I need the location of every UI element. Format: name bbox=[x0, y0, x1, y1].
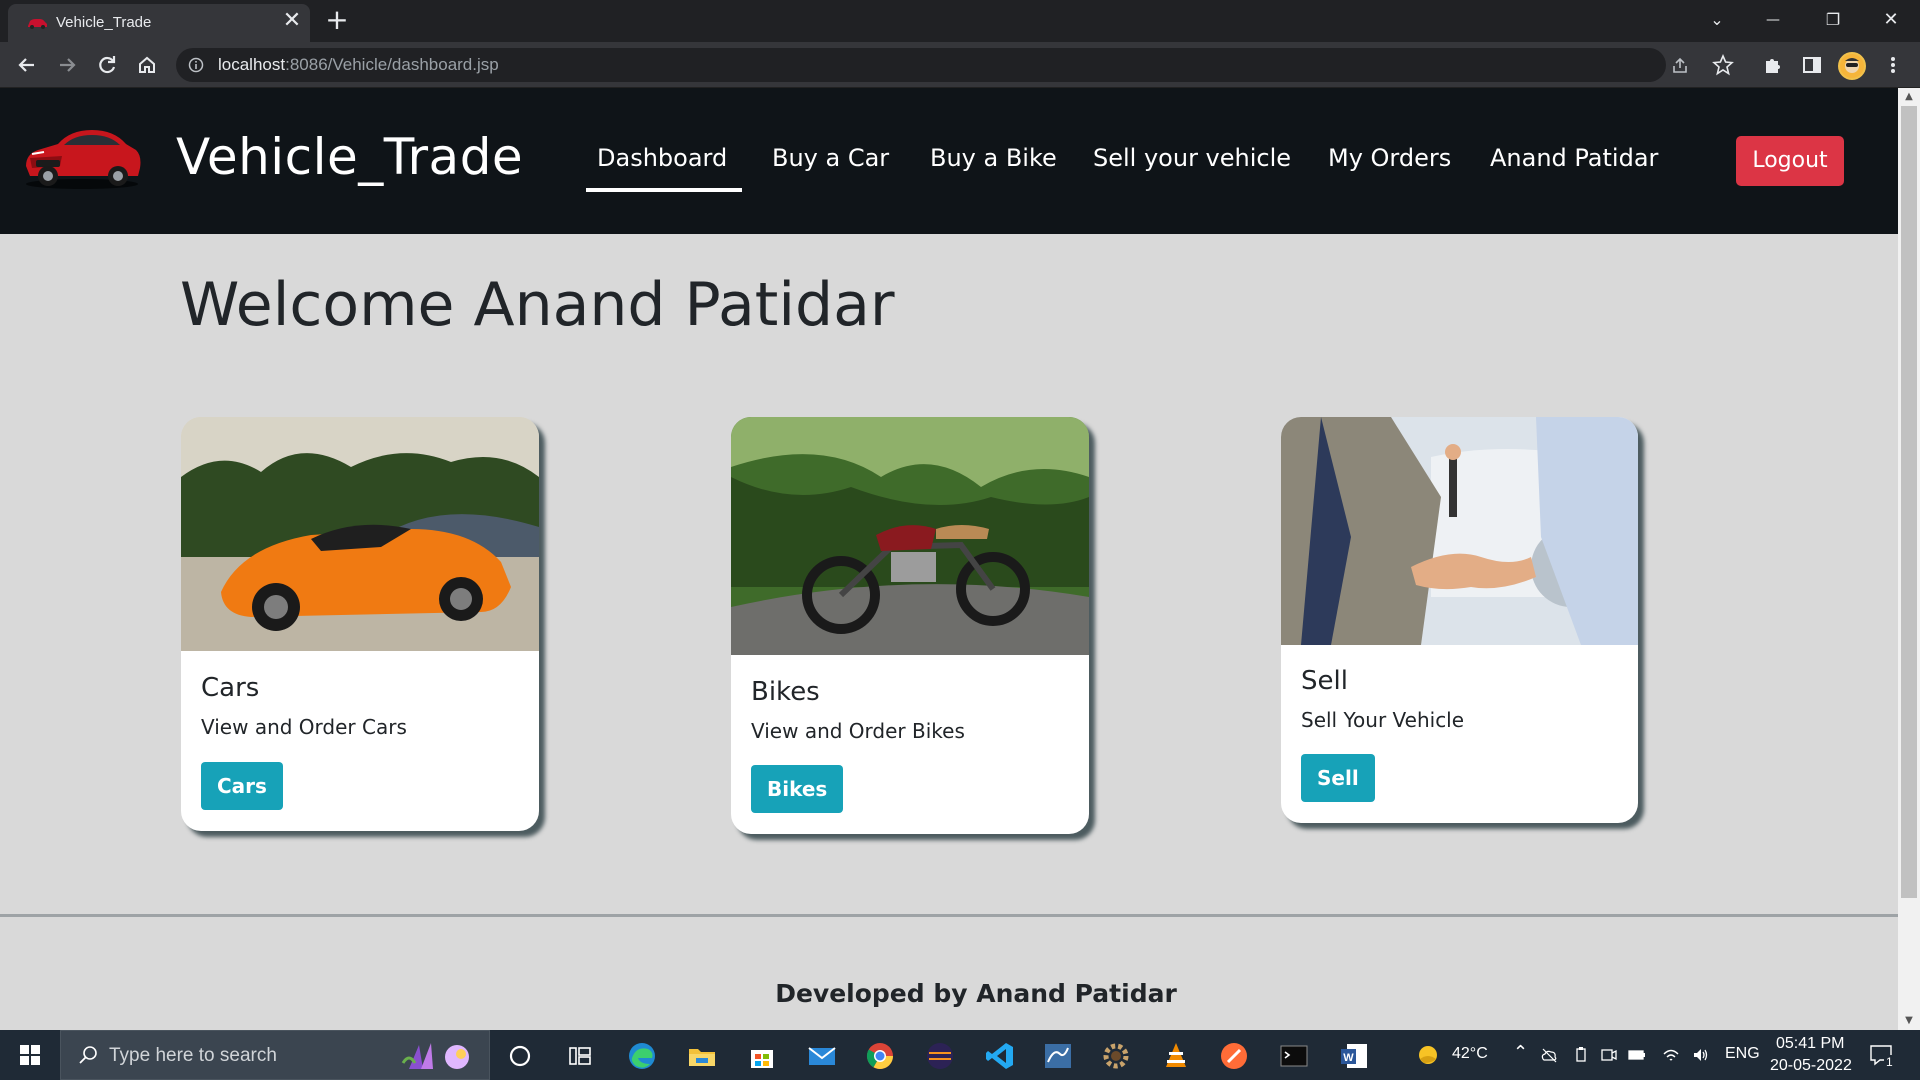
browser-tabstrip: Vehicle_Trade ✕ + ⌄ — ❐ ✕ bbox=[0, 0, 1920, 42]
close-window-icon[interactable]: ✕ bbox=[1868, 4, 1914, 36]
nav-my-orders[interactable]: My Orders bbox=[1328, 144, 1451, 172]
reload-icon[interactable] bbox=[92, 50, 122, 80]
card-sell-title: Sell bbox=[1301, 666, 1348, 696]
url-path: :8086/Vehicle/dashboard.jsp bbox=[285, 55, 499, 74]
vscode-icon[interactable] bbox=[984, 1040, 1016, 1072]
card-cars-title: Cars bbox=[201, 673, 260, 703]
bikes-button[interactable]: Bikes bbox=[751, 765, 844, 813]
tab-close-icon[interactable]: ✕ bbox=[280, 10, 304, 34]
battery-icon[interactable] bbox=[1628, 1046, 1646, 1064]
site-info-icon[interactable] bbox=[188, 57, 204, 73]
clock-date[interactable]: 20-05-2022 bbox=[1770, 1057, 1852, 1075]
windows-start-icon[interactable] bbox=[8, 1040, 52, 1070]
sell-button[interactable]: Sell bbox=[1301, 754, 1375, 802]
meet-now-icon[interactable] bbox=[1600, 1046, 1618, 1064]
onedrive-offline-icon[interactable] bbox=[1540, 1046, 1558, 1064]
logout-button[interactable]: Logout bbox=[1736, 136, 1844, 186]
url-text[interactable]: localhost:8086/Vehicle/dashboard.jsp bbox=[218, 55, 499, 75]
search-icon bbox=[79, 1046, 97, 1064]
cars-button[interactable]: Cars bbox=[201, 762, 283, 810]
mail-icon[interactable] bbox=[806, 1040, 838, 1072]
car-favicon-icon bbox=[28, 19, 47, 29]
welcome-heading: Welcome Anand Patidar bbox=[180, 270, 895, 340]
minimize-icon[interactable]: — bbox=[1750, 4, 1796, 36]
site-navbar: Vehicle_Trade Dashboard Buy a Car Buy a … bbox=[0, 88, 1898, 234]
back-arrow-icon[interactable] bbox=[12, 50, 42, 80]
car-image bbox=[181, 417, 539, 651]
vlc-icon[interactable] bbox=[1160, 1040, 1192, 1072]
cortana-icon[interactable] bbox=[504, 1040, 536, 1072]
windows-taskbar: Type here to search W 42°C ⌃ ENG 05:41 P… bbox=[0, 1030, 1920, 1080]
task-view-icon[interactable] bbox=[564, 1040, 596, 1072]
taskbar-search-placeholder: Type here to search bbox=[109, 1045, 277, 1066]
profile-avatar[interactable] bbox=[1838, 52, 1866, 80]
tab-title: Vehicle_Trade bbox=[56, 14, 152, 31]
card-cars: Cars View and Order Cars Cars bbox=[181, 417, 539, 831]
nav-active-indicator bbox=[586, 188, 742, 192]
svg-text:W: W bbox=[1343, 1052, 1354, 1064]
browser-menu-icon[interactable] bbox=[1882, 54, 1904, 76]
card-cars-text: View and Order Cars bbox=[201, 715, 407, 739]
nav-user-profile[interactable]: Anand Patidar bbox=[1490, 144, 1658, 172]
edge-icon[interactable] bbox=[626, 1040, 658, 1072]
weather-icon[interactable] bbox=[1414, 1041, 1442, 1069]
share-icon[interactable] bbox=[1670, 56, 1690, 76]
card-bikes: Bikes View and Order Bikes Bikes bbox=[731, 417, 1089, 834]
extensions-puzzle-icon[interactable] bbox=[1762, 54, 1784, 76]
browser-toolbar: localhost:8086/Vehicle/dashboard.jsp bbox=[0, 42, 1920, 88]
volume-icon[interactable] bbox=[1692, 1046, 1710, 1064]
card-sell-text: Sell Your Vehicle bbox=[1301, 708, 1465, 732]
card-bikes-text: View and Order Bikes bbox=[751, 719, 965, 743]
terminal-icon[interactable] bbox=[1278, 1040, 1310, 1072]
mysql-workbench-icon[interactable] bbox=[1042, 1040, 1074, 1072]
restore-icon[interactable]: ❐ bbox=[1810, 4, 1856, 36]
address-bar[interactable]: localhost:8086/Vehicle/dashboard.jsp bbox=[176, 48, 1687, 82]
wifi-icon[interactable] bbox=[1662, 1046, 1680, 1064]
logo-car-icon[interactable] bbox=[22, 116, 144, 192]
input-language[interactable]: ENG bbox=[1725, 1045, 1760, 1063]
card-sell: Sell Sell Your Vehicle Sell bbox=[1281, 417, 1638, 823]
search-highlight-art-icon bbox=[401, 1043, 469, 1069]
site-brand[interactable]: Vehicle_Trade bbox=[176, 128, 523, 186]
nav-buy-bike[interactable]: Buy a Bike bbox=[930, 144, 1057, 172]
sell-handshake-image bbox=[1281, 417, 1638, 645]
home-icon[interactable] bbox=[132, 50, 162, 80]
word-icon[interactable]: W bbox=[1338, 1040, 1370, 1072]
weather-temperature[interactable]: 42°C bbox=[1452, 1045, 1488, 1063]
taskbar-search[interactable]: Type here to search bbox=[60, 1030, 490, 1080]
show-hidden-icons-chevron-icon[interactable]: ⌃ bbox=[1513, 1042, 1528, 1063]
nav-buy-car[interactable]: Buy a Car bbox=[772, 144, 889, 172]
browser-tab[interactable]: Vehicle_Trade ✕ bbox=[8, 4, 310, 42]
scroll-up-icon[interactable]: ▲ bbox=[1903, 92, 1915, 102]
page-viewport: Vehicle_Trade Dashboard Buy a Car Buy a … bbox=[0, 88, 1898, 1030]
bookmark-star-icon[interactable] bbox=[1712, 54, 1734, 76]
scrollbar-thumb[interactable] bbox=[1901, 106, 1917, 898]
tab-search-icon[interactable]: ⌄ bbox=[1694, 4, 1740, 36]
settings-gear-icon[interactable] bbox=[1100, 1040, 1132, 1072]
forward-arrow-icon[interactable] bbox=[52, 50, 82, 80]
eclipse-icon[interactable] bbox=[924, 1040, 956, 1072]
nav-dashboard[interactable]: Dashboard bbox=[597, 144, 727, 172]
site-footer: Developed by Anand Patidar bbox=[0, 917, 1898, 1030]
microsoft-store-icon[interactable] bbox=[746, 1040, 778, 1072]
nav-sell-vehicle[interactable]: Sell your vehicle bbox=[1093, 144, 1291, 172]
footer-credit: Developed by Anand Patidar bbox=[775, 979, 1177, 1008]
usb-device-icon[interactable] bbox=[1572, 1046, 1590, 1064]
clock-time[interactable]: 05:41 PM bbox=[1776, 1035, 1844, 1053]
page-scrollbar[interactable]: ▲ ▼ bbox=[1898, 88, 1920, 1030]
url-host: localhost bbox=[218, 55, 286, 74]
notification-count: 1 bbox=[1884, 1055, 1895, 1069]
card-bikes-title: Bikes bbox=[751, 677, 820, 707]
new-tab-icon[interactable]: + bbox=[322, 6, 352, 36]
file-explorer-icon[interactable] bbox=[686, 1040, 718, 1072]
bike-image bbox=[731, 417, 1089, 655]
side-panel-icon[interactable] bbox=[1801, 54, 1823, 76]
scroll-down-icon[interactable]: ▼ bbox=[1903, 1016, 1915, 1026]
postman-icon[interactable] bbox=[1218, 1040, 1250, 1072]
chrome-icon[interactable] bbox=[864, 1040, 896, 1072]
